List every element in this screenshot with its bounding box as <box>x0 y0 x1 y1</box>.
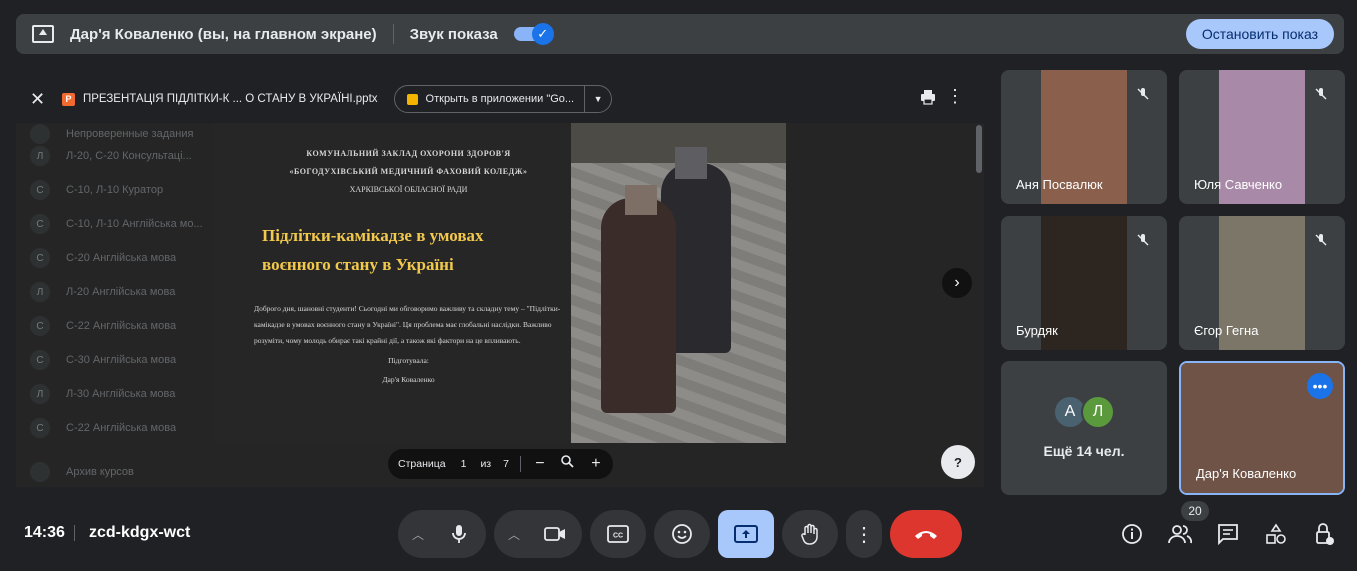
participant-name: Юля Савченко <box>1194 177 1283 192</box>
prepared-label: Підготувала: <box>388 356 429 365</box>
avatar: Л <box>1081 395 1115 429</box>
captions-button[interactable]: CC <box>590 510 646 558</box>
slide-photo <box>571 123 786 443</box>
participant-tile[interactable]: Єгор Гегна <box>1179 216 1345 350</box>
page-navigator: Страница 1 из 7 − + <box>388 449 613 479</box>
zoom-out-button[interactable]: − <box>531 455 549 473</box>
microphone-control: ︿ <box>398 510 486 558</box>
page-number-input[interactable]: 1 <box>461 458 467 470</box>
shared-screen: Непроверенные задания Л Л-20, С-20 Консул… <box>16 75 984 487</box>
file-viewer-toolbar: ✕ P ПРЕЗЕНТАЦІЯ ПІДЛІТКИ-К ... О СТАНУ В… <box>16 75 984 123</box>
list-item: С С-22 Англійська мова <box>30 417 176 439</box>
chat-icon[interactable] <box>1216 522 1240 546</box>
more-options-button[interactable]: ⋮ <box>846 510 882 558</box>
list-item: С С-22 Англійська мова <box>30 315 176 337</box>
chevron-down-icon[interactable]: ▼ <box>585 94 611 104</box>
list-item: Архив курсов <box>30 461 134 483</box>
more-options-icon[interactable]: ⋮ <box>946 87 964 105</box>
microphone-icon[interactable] <box>435 524 483 544</box>
powerpoint-file-icon: P <box>62 92 75 106</box>
close-icon[interactable]: ✕ <box>30 89 50 110</box>
participants-count-badge: 20 <box>1181 501 1209 521</box>
leave-call-button[interactable] <box>890 510 962 558</box>
slide-text: КОМУНАЛЬНИЙ ЗАКЛАД ОХОРОНИ ЗДОРОВ'Я «БОГ… <box>214 123 571 443</box>
camera-control: ︿ <box>494 510 582 558</box>
participant-name: Єгор Гегна <box>1194 323 1259 338</box>
mic-off-icon <box>1309 82 1333 106</box>
list-item: С С-10, Л-10 Куратор <box>30 179 163 201</box>
participant-name: Дар'я Коваленко <box>1196 466 1297 481</box>
more-options-icon[interactable]: ••• <box>1307 373 1333 399</box>
activities-icon[interactable] <box>1264 522 1288 546</box>
more-participants-label: Ещё 14 чел. <box>1043 443 1125 459</box>
present-screen-icon <box>32 25 54 43</box>
check-icon: ✓ <box>531 23 554 45</box>
present-screen-icon <box>734 525 758 543</box>
camera-icon[interactable] <box>531 526 579 542</box>
end-call-icon <box>915 531 937 539</box>
list-item: Л Л-20 Англійська мова <box>30 281 175 303</box>
emoji-button[interactable] <box>654 510 710 558</box>
sound-label: Звук показа <box>409 25 498 43</box>
participant-tile[interactable]: Бурдяк <box>1001 216 1167 350</box>
list-item: Л Л-20, С-20 Консультаці... <box>30 145 192 167</box>
svg-text:CC: CC <box>613 533 623 540</box>
next-slide-button[interactable]: › <box>942 268 972 298</box>
meeting-code: zcd-kdgx-wct <box>89 524 191 541</box>
mic-off-icon <box>1309 228 1333 252</box>
help-icon[interactable]: ? <box>941 445 975 479</box>
slide-header-line: КОМУНАЛЬНИЙ ЗАКЛАД ОХОРОНИ ЗДОРОВ'Я <box>306 149 511 158</box>
list-item: С С-30 Англійська мова <box>30 349 176 371</box>
host-controls-icon[interactable] <box>1312 522 1336 546</box>
zoom-in-button[interactable]: + <box>587 455 605 473</box>
total-pages: 7 <box>503 458 509 470</box>
open-with-label: Открыть в приложении "Go... <box>425 93 575 105</box>
raise-hand-icon <box>801 523 818 545</box>
print-icon[interactable] <box>920 89 936 105</box>
list-item: Л Л-30 Англійська мова <box>30 383 175 405</box>
scrollbar[interactable] <box>976 125 982 173</box>
stop-presenting-button[interactable]: Остановить показ <box>1185 19 1334 49</box>
chevron-up-icon[interactable]: ︿ <box>497 526 531 543</box>
raise-hand-button[interactable] <box>782 510 838 558</box>
info-icon[interactable] <box>1120 522 1144 546</box>
mic-off-icon <box>1131 228 1155 252</box>
slide-header-line: ХАРКІВСЬКОЇ ОБЛАСНОЇ РАДИ <box>349 185 468 194</box>
more-participants-tile[interactable]: А Л Ещё 14 чел. <box>1001 361 1167 495</box>
open-with-button[interactable]: Открыть в приложении "Go... ▼ <box>393 85 613 113</box>
prepared-name: Дар'я Коваленко <box>382 375 435 384</box>
clock: 14:36 <box>24 524 65 541</box>
list-item: С С-20 Англійська мова <box>30 247 176 269</box>
self-video-tile[interactable]: ••• Дар'я Коваленко <box>1179 361 1345 495</box>
list-item: Непроверенные задания <box>30 123 193 145</box>
present-screen-button[interactable] <box>718 510 774 558</box>
list-item: С С-10, Л-10 Англійська мо... <box>30 213 203 235</box>
mic-off-icon <box>1131 82 1155 106</box>
avatar-group: А Л <box>1053 395 1115 429</box>
share-sound-toggle[interactable]: ✓ <box>513 23 554 45</box>
presenting-bar: Дар'я Коваленко (вы, на главном экране) … <box>16 14 1344 54</box>
slide-body: Доброго дня, шановні студенти! Сьогодні … <box>254 304 561 345</box>
people-icon[interactable] <box>1168 522 1192 546</box>
participant-name: Аня Посвалюк <box>1016 177 1103 192</box>
participant-name: Бурдяк <box>1016 323 1058 338</box>
more-options-icon: ⋮ <box>854 523 874 546</box>
page-label: Страница <box>398 458 446 470</box>
google-slides-icon <box>406 93 418 105</box>
slide-header-line: «БОГОДУХІВСЬКИЙ МЕДИЧНИЙ ФАХОВИЙ КОЛЕДЖ» <box>289 167 528 176</box>
zoom-icon[interactable] <box>559 455 577 473</box>
captions-icon: CC <box>607 525 629 543</box>
divider <box>392 24 394 44</box>
presentation-slide: КОМУНАЛЬНИЙ ЗАКЛАД ОХОРОНИ ЗДОРОВ'Я «БОГ… <box>214 123 786 443</box>
participant-tile[interactable]: Аня Посвалюк <box>1001 70 1167 204</box>
emoji-icon <box>672 524 692 544</box>
file-name: ПРЕЗЕНТАЦІЯ ПІДЛІТКИ-К ... О СТАНУ В УКР… <box>83 93 378 105</box>
slide-title: Підлітки-камікадзе в умовах воєнного ста… <box>262 226 484 274</box>
presenter-label: Дар'я Коваленко (вы, на главном экране) <box>70 25 377 43</box>
participant-tile[interactable]: Юля Савченко <box>1179 70 1345 204</box>
chevron-up-icon[interactable]: ︿ <box>401 526 435 543</box>
of-label: из <box>480 458 492 470</box>
